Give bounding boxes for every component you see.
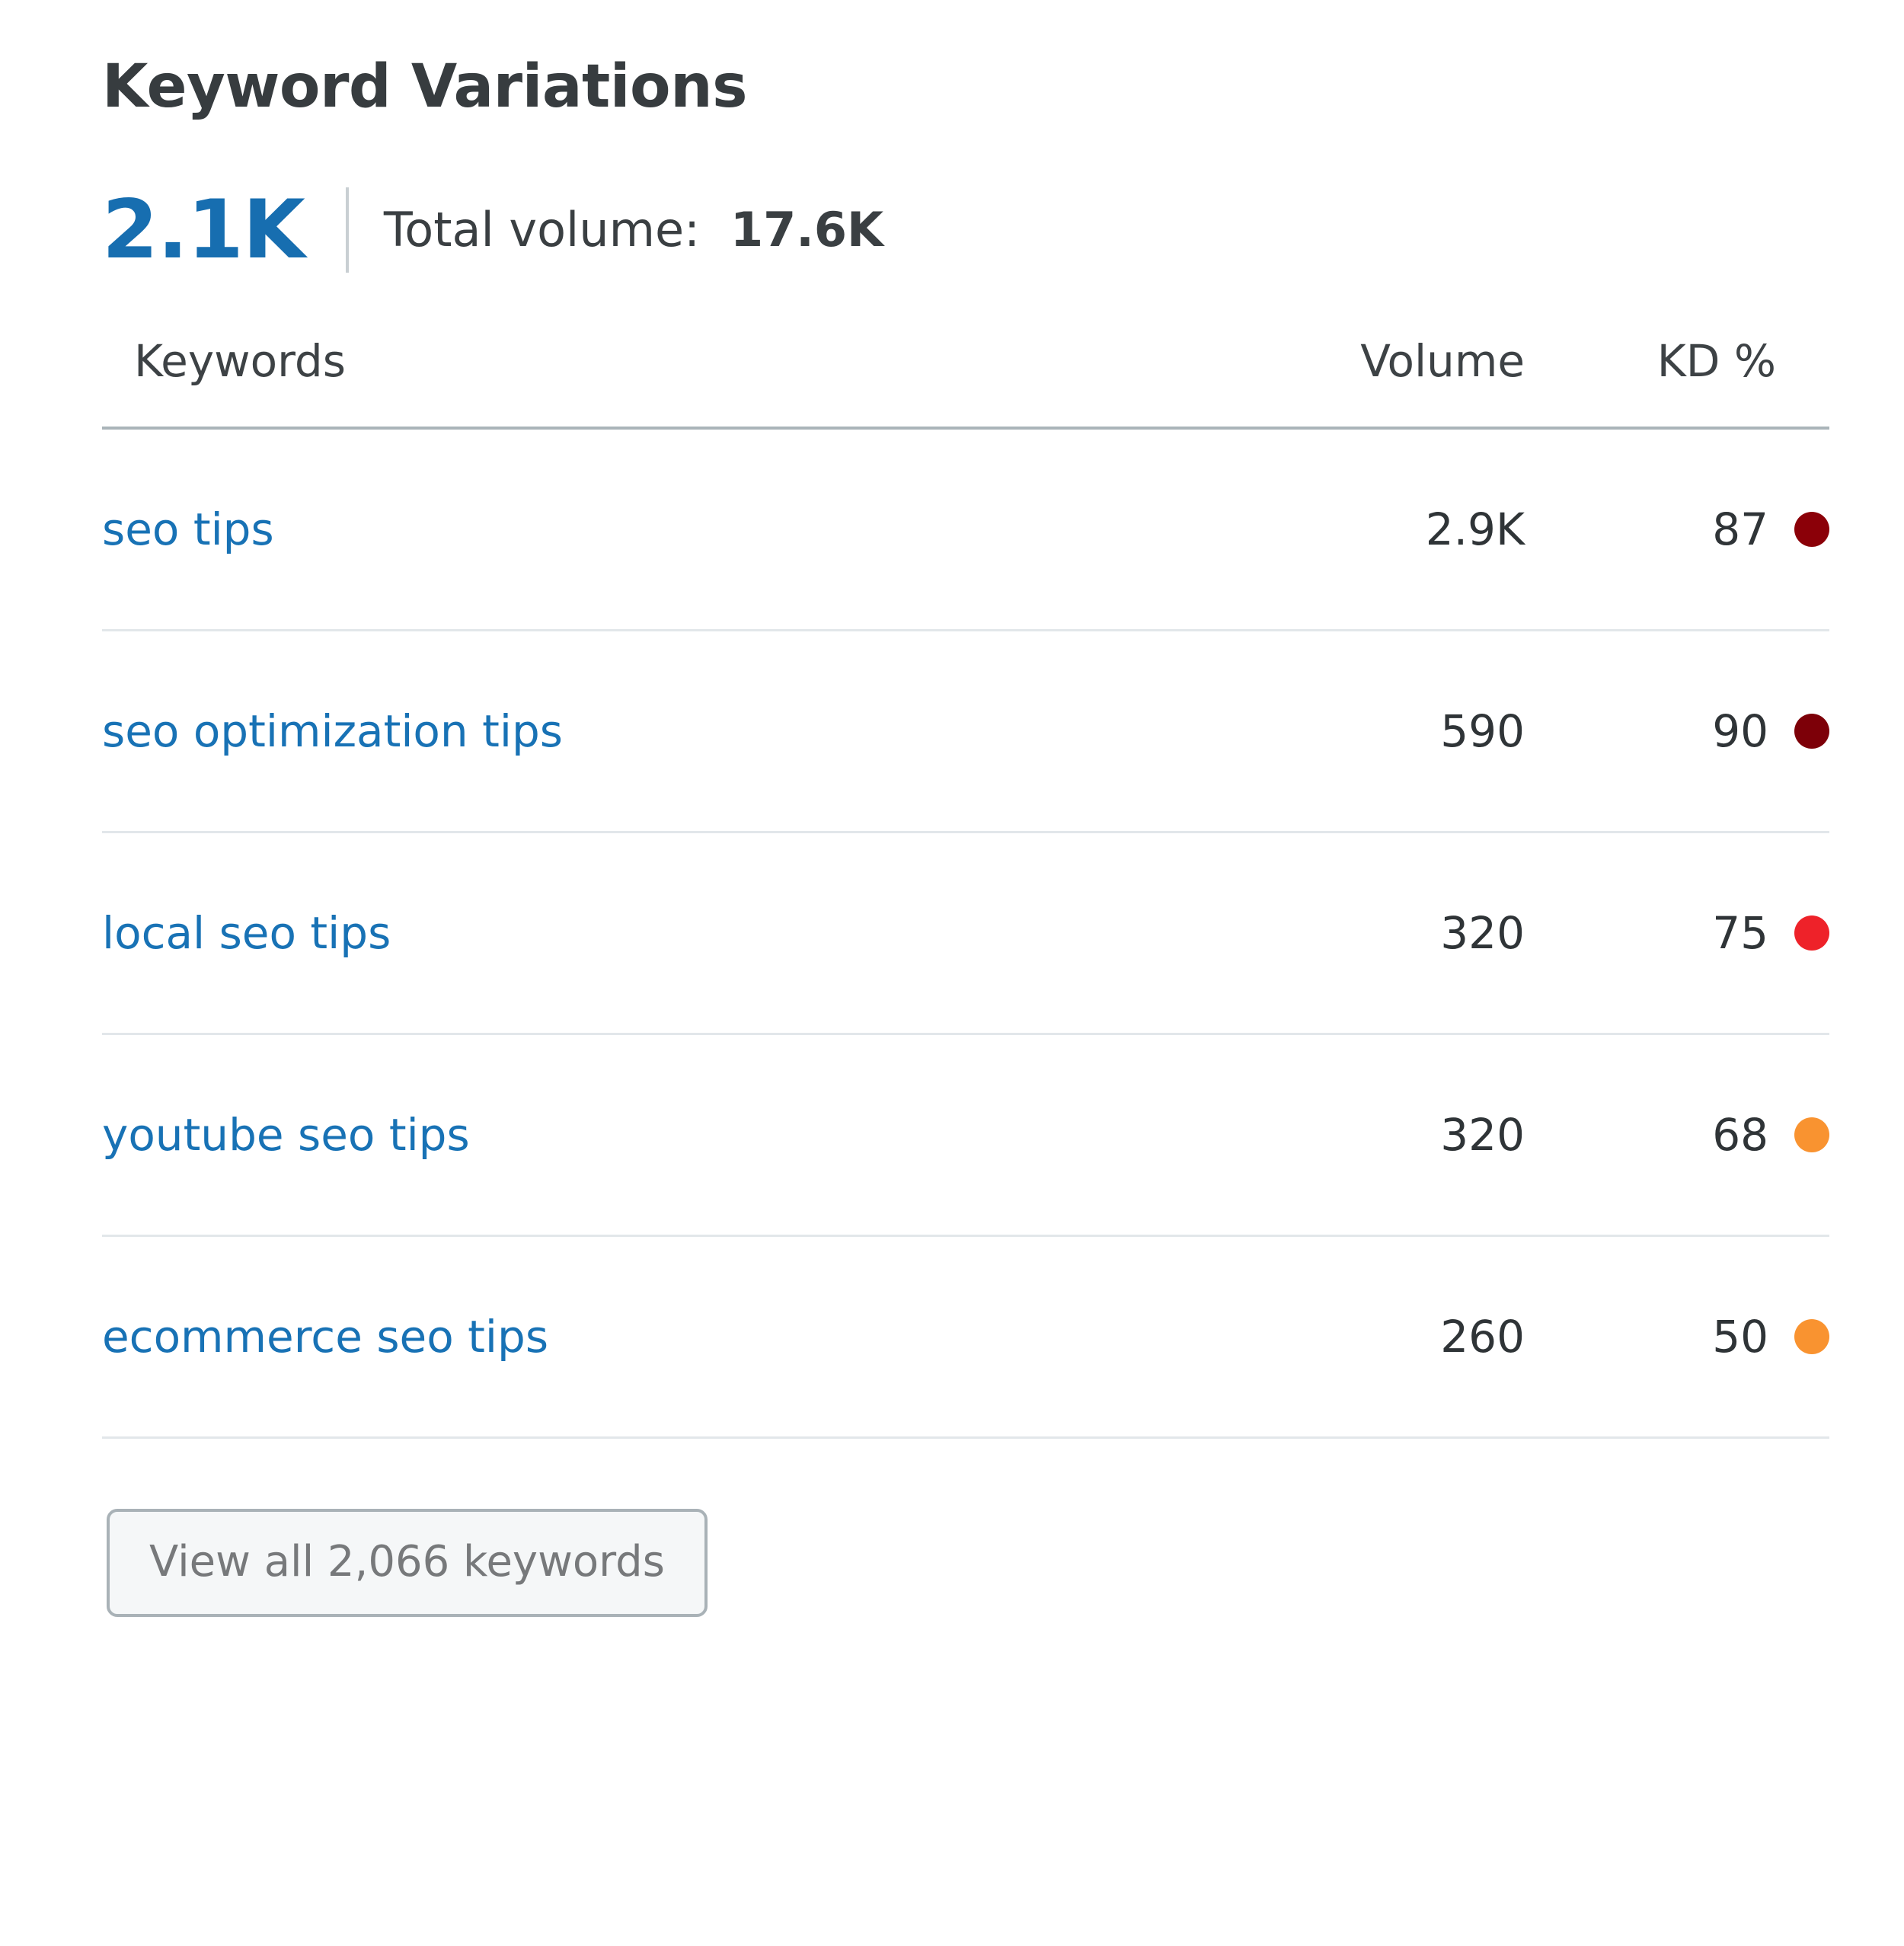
kd-difficulty-dot-icon [1794,1318,1829,1354]
cell-kd: 50 [1525,1235,1829,1439]
keyword-link[interactable]: youtube seo tips [102,1109,470,1161]
table-footer: View all 2,066 keywords [102,1508,1904,1617]
view-all-keywords-button[interactable]: View all 2,066 keywords [107,1508,708,1617]
keyword-variations-table: Keywords Volume KD % seo tips 2.9K 87 seo o… [102,334,1829,1439]
kd-group: 90 [1712,705,1829,757]
column-header-volume[interactable]: Volume [1190,334,1525,430]
column-header-keywords[interactable]: Keywords [102,334,1190,430]
keyword-link[interactable]: seo optimization tips [102,705,563,757]
total-volume-label: Total volume: [383,201,701,257]
cell-volume: 320 [1190,832,1525,1035]
table-row: local seo tips 320 75 [102,832,1829,1035]
table-row: seo optimization tips 590 90 [102,630,1829,833]
kd-group: 68 [1712,1109,1829,1161]
kd-value: 87 [1712,503,1768,555]
page-title: Keyword Variations [102,53,748,121]
summary-divider [345,187,349,273]
kd-value: 68 [1712,1108,1768,1161]
cell-keyword: seo optimization tips [102,630,1190,833]
kd-difficulty-dot-icon [1794,713,1829,749]
kd-difficulty-dot-icon [1794,1117,1829,1152]
kd-value: 75 [1712,906,1768,959]
keyword-link[interactable]: local seo tips [102,907,391,959]
cell-volume: 260 [1190,1235,1525,1439]
summary-row: 2.1K Total volume: 17.6K [102,181,1904,279]
column-header-kd[interactable]: KD % [1525,334,1829,430]
kd-difficulty-dot-icon [1794,915,1829,951]
kd-value: 50 [1712,1310,1768,1363]
cell-keyword: seo tips [102,427,1190,631]
cell-keyword: ecommerce seo tips [102,1235,1190,1439]
keyword-link[interactable]: ecommerce seo tips [102,1311,548,1363]
table-header-row: Keywords Volume KD % [102,334,1829,430]
kd-difficulty-dot-icon [1794,511,1829,547]
cell-volume: 320 [1190,1034,1525,1237]
table-row: youtube seo tips 320 68 [102,1034,1829,1237]
cell-keyword: youtube seo tips [102,1034,1190,1237]
total-volume-value: 17.6K [730,201,884,257]
cell-volume: 2.9K [1190,427,1525,631]
cell-kd: 87 [1525,427,1829,631]
table-header: Keywords Volume KD % [102,334,1829,430]
cell-kd: 90 [1525,630,1829,833]
table-row: ecommerce seo tips 260 50 [102,1235,1829,1439]
cell-kd: 68 [1525,1034,1829,1237]
keyword-variations-widget: Keyword Variations 2.1K Total volume: 17… [0,0,1904,1946]
cell-keyword: local seo tips [102,832,1190,1035]
cell-kd: 75 [1525,832,1829,1035]
cell-volume: 590 [1190,630,1525,833]
total-keywords-value: 2.1K [102,182,305,276]
kd-group: 75 [1712,907,1829,959]
kd-group: 87 [1712,503,1829,555]
kd-value: 90 [1712,705,1768,757]
keyword-link[interactable]: seo tips [102,503,274,555]
kd-group: 50 [1712,1311,1829,1363]
table-row: seo tips 2.9K 87 [102,427,1829,631]
table-body: seo tips 2.9K 87 seo optimization tips 590 90… [102,427,1829,1439]
